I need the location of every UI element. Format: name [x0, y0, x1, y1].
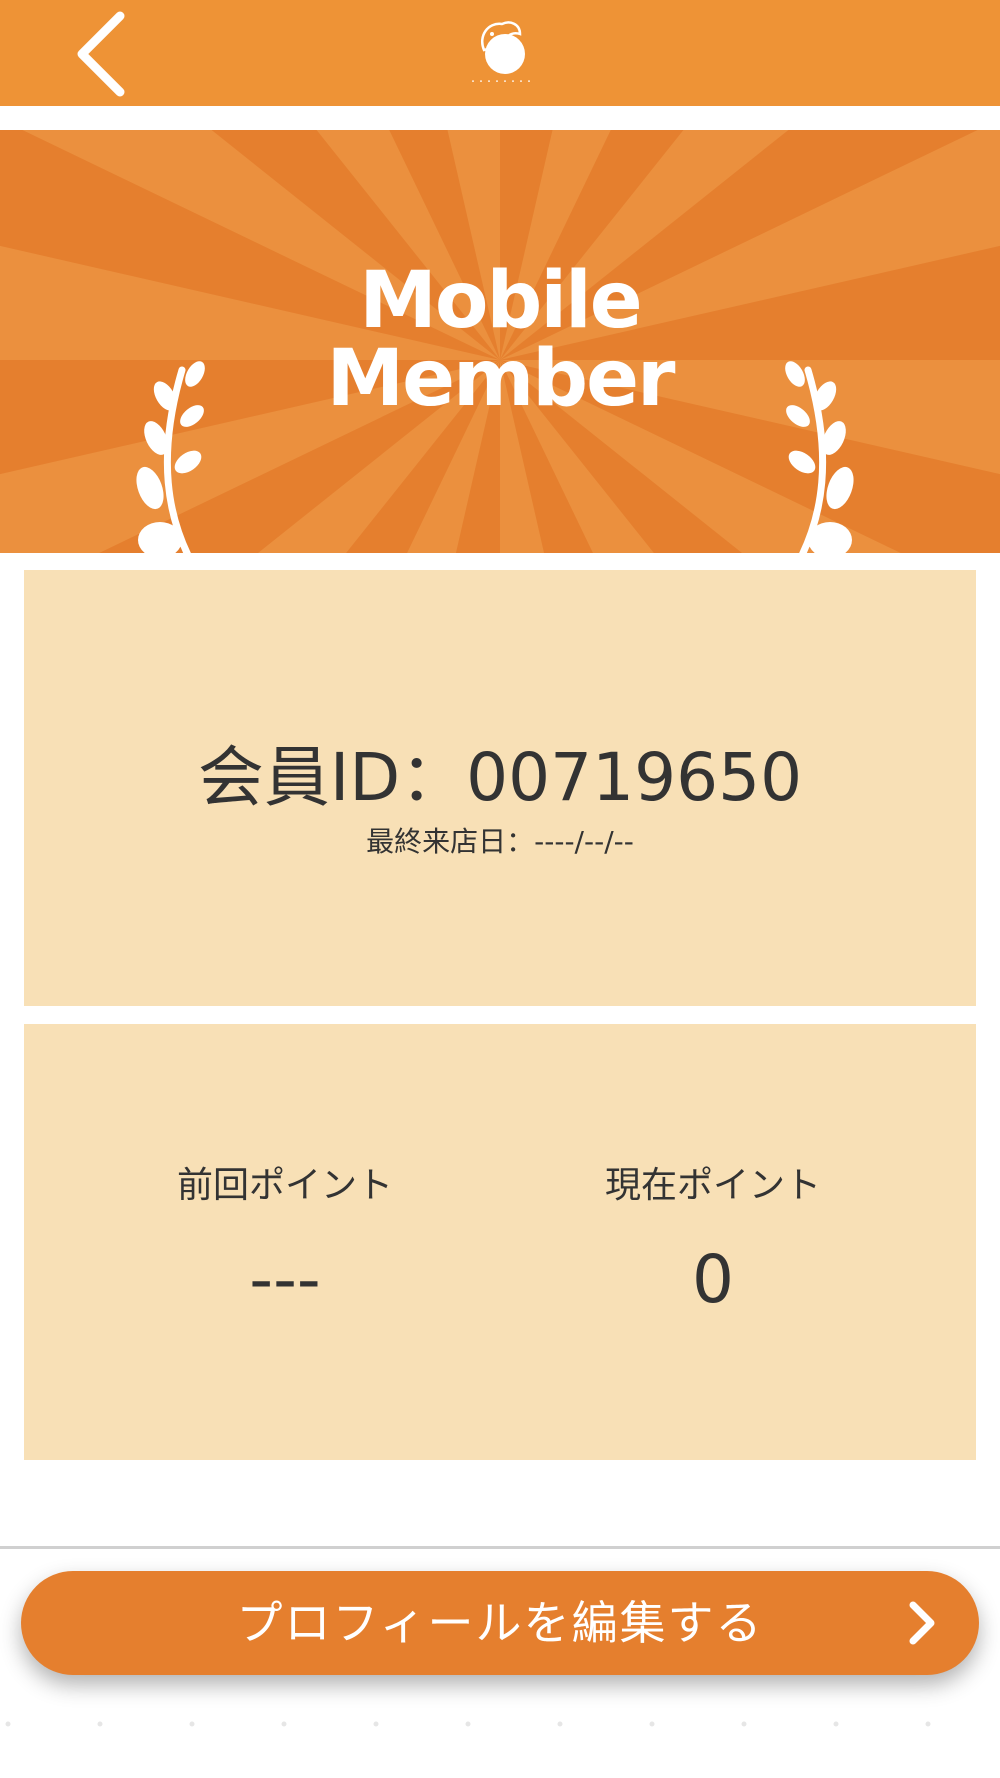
chevron-right-icon	[909, 1601, 935, 1645]
previous-points-value: ---	[249, 1241, 321, 1318]
mobile-member-page: ・・・・・・・・ Mobile Member 会員ID：00719650 最終来…	[0, 0, 1000, 1778]
page-dots	[5, 1721, 931, 1727]
edit-profile-button[interactable]: プロフィールを編集する	[21, 1571, 979, 1675]
header-bar: ・・・・・・・・	[0, 0, 1000, 106]
banner-title-line2: Member	[326, 334, 676, 424]
svg-text:・・・・・・・・: ・・・・・・・・	[469, 77, 533, 86]
last-visit-date: 最終来店日：----/--/--	[366, 825, 634, 858]
banner-title: Mobile Member	[0, 262, 1000, 418]
back-button[interactable]	[62, 8, 142, 98]
chevron-left-icon	[77, 11, 125, 97]
current-points-value: 0	[692, 1241, 734, 1318]
current-points-label: 現在ポイント	[604, 1165, 821, 1206]
bird-logo-icon: ・・・・・・・・	[469, 21, 533, 86]
banner-title-line1: Mobile	[359, 256, 642, 346]
divider	[0, 1546, 1000, 1549]
edit-profile-label: プロフィールを編集する	[236, 1596, 764, 1650]
member-id: 会員ID：00719650	[197, 739, 803, 816]
previous-points-label: 前回ポイント	[176, 1165, 393, 1206]
